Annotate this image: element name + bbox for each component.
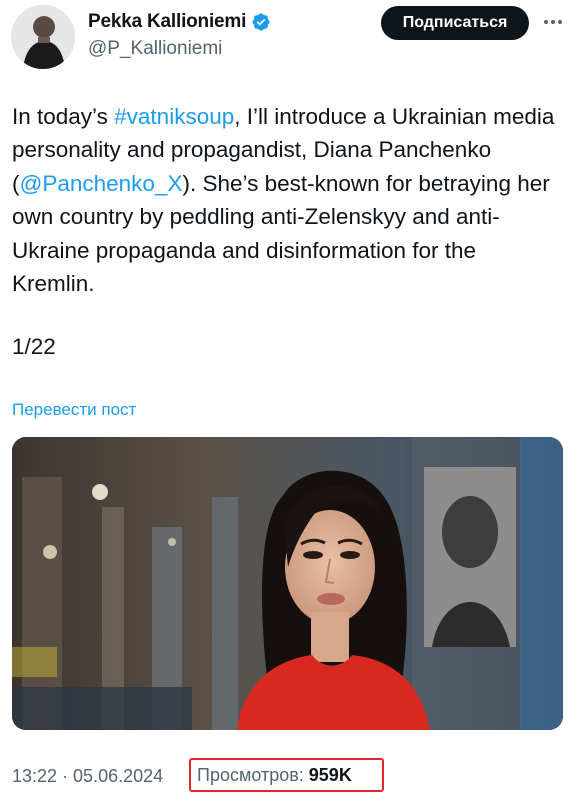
- tweet-time[interactable]: 13:22: [12, 766, 57, 787]
- avatar[interactable]: [11, 5, 75, 69]
- mention-link[interactable]: @Panchenko_X: [20, 171, 183, 196]
- meta-separator: ·: [57, 765, 74, 786]
- tweet-meta: 13:22 · 05.06.2024: [12, 763, 163, 789]
- hashtag-link[interactable]: #vatniksoup: [114, 104, 234, 129]
- author-handle[interactable]: @P_Kallioniemi: [88, 38, 222, 60]
- views-count: 959K: [308, 764, 352, 785]
- author-name-row[interactable]: Pekka Kallioniemi: [88, 11, 271, 33]
- more-options-icon[interactable]: [540, 12, 566, 32]
- thread-count: 1/22: [12, 334, 56, 359]
- verified-badge-icon: [251, 12, 271, 32]
- translate-post-link[interactable]: Перевести пост: [12, 400, 136, 420]
- tweet-date[interactable]: 05.06.2024: [73, 766, 163, 787]
- tweet-text: In today’s #vatniksoup, I’ll introduce a…: [12, 100, 557, 300]
- tweet-photo[interactable]: [12, 437, 563, 730]
- tweet-header: Pekka Kallioniemi @P_Kallioniemi Подписа…: [0, 0, 575, 80]
- subscribe-button[interactable]: Подписаться: [381, 6, 529, 40]
- tweet-text-intro: In today’s: [12, 104, 115, 129]
- author-display-name[interactable]: Pekka Kallioniemi: [88, 11, 246, 33]
- views-highlight-box[interactable]: Просмотров: 959K: [189, 758, 384, 792]
- views-label: Просмотров:: [197, 764, 304, 785]
